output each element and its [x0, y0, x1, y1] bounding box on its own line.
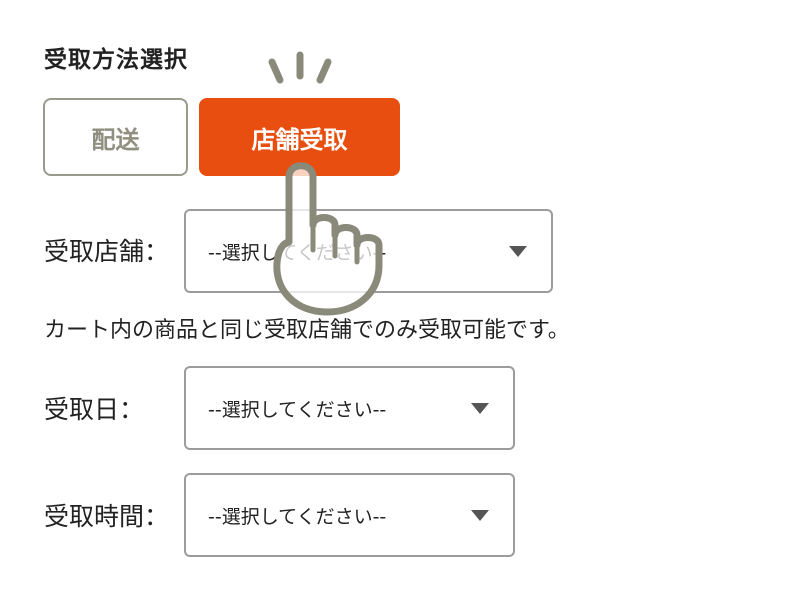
- pickup-time-select-value: --選択してください--: [208, 505, 387, 528]
- chevron-down-icon: [471, 510, 489, 521]
- pickup-store-label: 受取店舗：: [44, 237, 170, 266]
- pickup-date-label: 受取日：: [44, 395, 145, 424]
- pickup-time-label: 受取時間：: [44, 502, 170, 531]
- pickup-store-note: カート内の商品と同じ受取店舗でのみ受取可能です。: [44, 318, 570, 343]
- pickup-date-select-value: --選択してください--: [208, 398, 387, 421]
- chevron-down-icon: [471, 403, 489, 414]
- delivery-button[interactable]: 配送: [43, 98, 188, 176]
- pickup-store-select[interactable]: --選択してください--: [184, 209, 553, 293]
- chevron-down-icon: [509, 246, 527, 257]
- pickup-date-select[interactable]: --選択してください--: [184, 366, 515, 450]
- pickup-store-select-value: --選択してください--: [208, 241, 387, 264]
- store-pickup-button[interactable]: 店舗受取: [199, 98, 400, 176]
- receive-method-title: 受取方法選択: [44, 47, 188, 73]
- pickup-time-select[interactable]: --選択してください--: [184, 473, 515, 557]
